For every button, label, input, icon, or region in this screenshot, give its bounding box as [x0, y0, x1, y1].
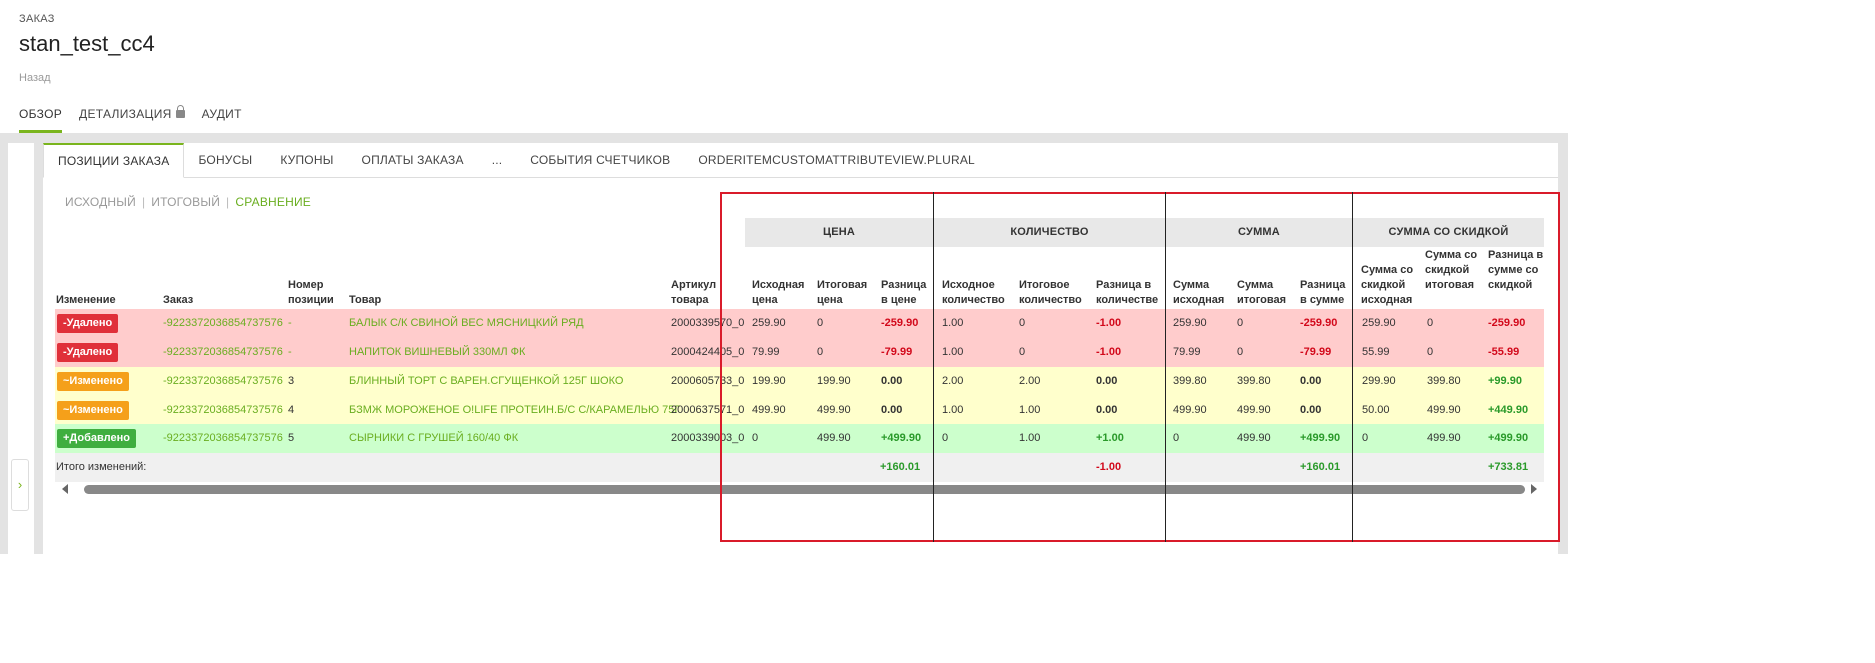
tab-payments[interactable]: ОПЛАТЫ ЗАКАЗА: [347, 143, 478, 178]
top-tabs: ОБЗОР ДЕТАЛИЗАЦИЯ АУДИТ: [19, 105, 242, 133]
product-name[interactable]: НАПИТОК ВИШНЕВЫЙ 330МЛ ФК: [349, 338, 525, 367]
tab-coupons[interactable]: КУПОНЫ: [266, 143, 348, 178]
view-source[interactable]: ИСХОДНЫЙ: [65, 195, 136, 209]
status-badge: ~Изменено: [57, 372, 129, 391]
product-name[interactable]: БЗМЖ МОРОЖЕНОЕ O!LIFE ПРОТЕИН.Б/С С/КАРА…: [349, 396, 680, 425]
order-number[interactable]: -9223372036854737576: [163, 338, 283, 367]
tab-details-label: ДЕТАЛИЗАЦИЯ: [79, 107, 172, 121]
tab-audit[interactable]: АУДИТ: [202, 107, 242, 133]
product-name[interactable]: БАЛЫК С/К СВИНОЙ ВЕС МЯСНИЦКИЙ РЯД: [349, 309, 584, 338]
order-number[interactable]: -9223372036854737576: [163, 367, 283, 396]
tab-custom-attributes[interactable]: ORDERITEMCUSTOMATTRIBUTEVIEW.PLURAL: [684, 143, 989, 178]
back-link[interactable]: Назад: [19, 72, 51, 84]
position-number: 4: [288, 404, 295, 416]
group-divider: [1352, 192, 1353, 542]
order-number[interactable]: -9223372036854737576: [163, 424, 283, 453]
page-title: stan_test_cc4: [19, 31, 155, 56]
col-product[interactable]: Товар: [349, 293, 549, 308]
view-switch: ИСХОДНЫЙ | ИТОГОВЫЙ | СРАВНЕНИЕ: [65, 195, 311, 209]
page-kicker: ЗАКАЗ: [19, 13, 55, 25]
chevron-right-icon: ›: [17, 477, 23, 492]
tab-details[interactable]: ДЕТАЛИЗАЦИЯ: [79, 105, 185, 133]
view-final[interactable]: ИТОГОВЫЙ: [151, 195, 220, 209]
status-badge: -Удалено: [57, 343, 119, 362]
tab-bonuses[interactable]: БОНУСЫ: [184, 143, 267, 178]
change-cell: +Добавлено: [57, 424, 136, 453]
expand-panel-button[interactable]: ›: [11, 459, 29, 511]
group-divider: [933, 192, 934, 542]
divider: |: [226, 195, 230, 209]
scroll-left-arrow[interactable]: [62, 484, 68, 494]
col-position[interactable]: Номер позиции: [288, 278, 343, 308]
status-badge: -Удалено: [57, 314, 119, 333]
product-name[interactable]: БЛИННЫЙ ТОРТ С ВАРЕН.СГУЩЕНКОЙ 125Г ШОКО: [349, 367, 623, 396]
order-number[interactable]: -9223372036854737576: [163, 396, 283, 425]
sub-tabs: ПОЗИЦИИ ЗАКАЗА БОНУСЫ КУПОНЫ ОПЛАТЫ ЗАКА…: [43, 143, 1558, 178]
tabs-spacer: [988, 143, 1558, 178]
status-badge: +Добавлено: [57, 429, 136, 448]
tab-overview[interactable]: ОБЗОР: [19, 107, 63, 133]
col-order[interactable]: Заказ: [163, 293, 263, 308]
lock-icon: [175, 105, 185, 118]
totals-label: Итого изменений:: [56, 461, 147, 473]
col-change[interactable]: Изменение: [56, 293, 156, 308]
view-compare[interactable]: СРАВНЕНИЕ: [235, 195, 311, 209]
change-cell: -Удалено: [57, 338, 119, 367]
page: { "header": { "kicker": "ЗАКАЗ", "title"…: [0, 0, 1568, 554]
order-number[interactable]: -9223372036854737576: [163, 309, 283, 338]
change-cell: -Удалено: [57, 309, 119, 338]
tab-counter-events[interactable]: СОБЫТИЯ СЧЕТЧИКОВ: [516, 143, 685, 178]
divider: |: [141, 195, 146, 209]
position-number: -: [288, 317, 292, 329]
highlight-box: [720, 192, 1560, 542]
group-divider: [1165, 192, 1166, 542]
status-badge: ~Изменено: [57, 401, 129, 420]
tab-more[interactable]: ...: [477, 143, 517, 178]
product-name[interactable]: СЫРНИКИ С ГРУШЕЙ 160/40 ФК: [349, 424, 518, 453]
position-number: 5: [288, 432, 295, 444]
change-cell: ~Изменено: [57, 367, 129, 396]
position-number: -: [288, 346, 292, 358]
tab-order-items[interactable]: ПОЗИЦИИ ЗАКАЗА: [43, 143, 185, 178]
position-number: 3: [288, 375, 295, 387]
change-cell: ~Изменено: [57, 396, 129, 425]
